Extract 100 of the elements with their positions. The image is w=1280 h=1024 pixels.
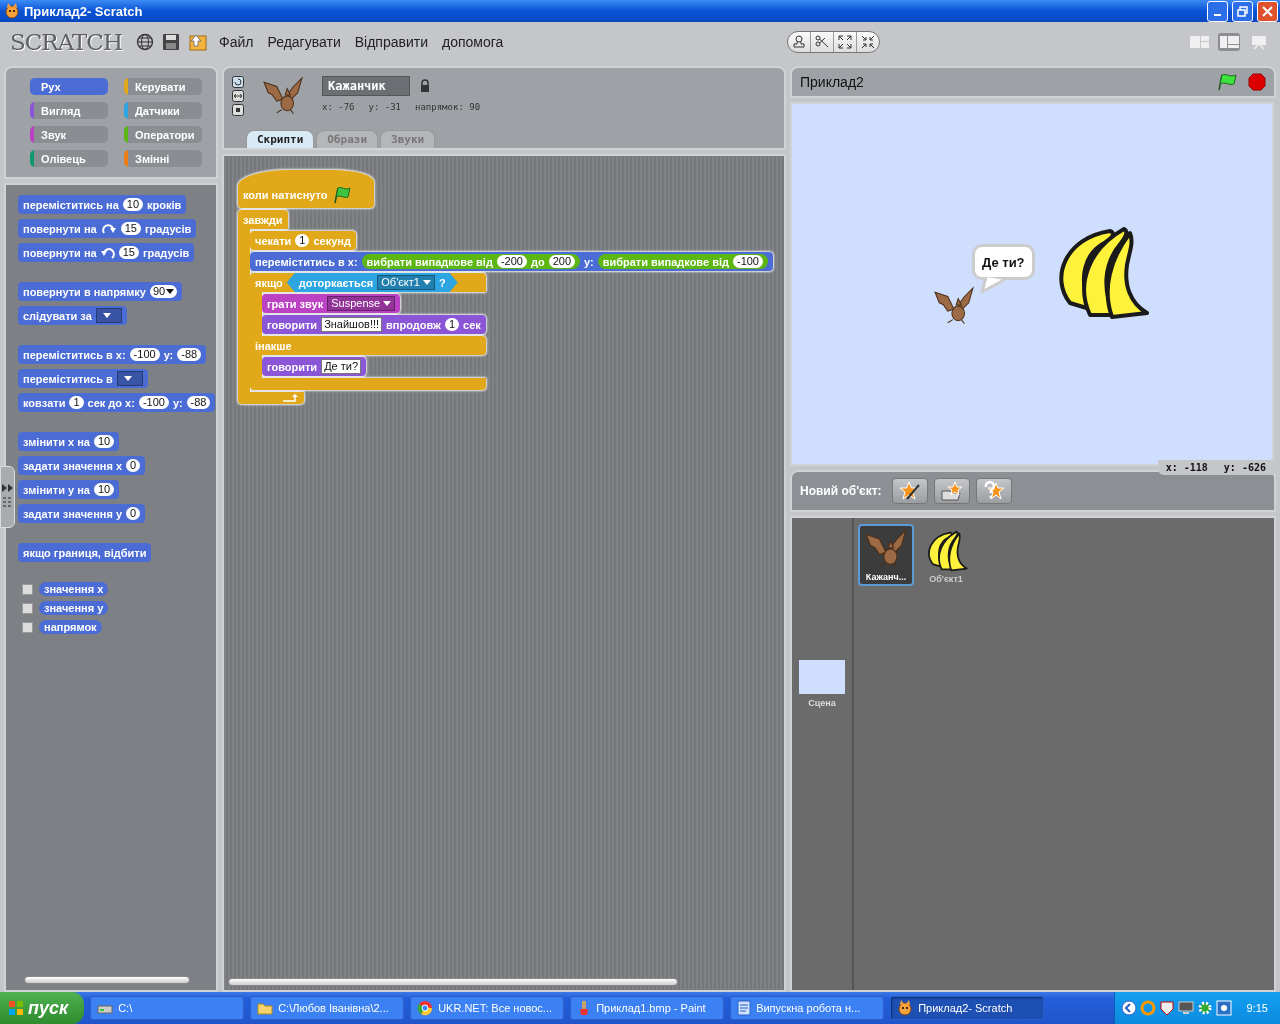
tab[interactable]: Скрипти bbox=[246, 130, 315, 148]
number-input[interactable]: 1 bbox=[69, 396, 84, 409]
share-icon[interactable] bbox=[188, 33, 209, 51]
monitor-icon[interactable] bbox=[1177, 1000, 1194, 1016]
number-input[interactable]: 200 bbox=[548, 255, 575, 268]
number-input[interactable]: 1 bbox=[444, 318, 459, 331]
globe-icon[interactable] bbox=[136, 33, 155, 51]
command-block[interactable]: слідувати за bbox=[18, 306, 127, 325]
number-input[interactable]: 10 bbox=[93, 435, 115, 448]
speech-text: Де ти? bbox=[982, 255, 1025, 270]
command-block[interactable]: задати значення у 0 bbox=[18, 504, 146, 523]
command-block[interactable]: повернути на 15 градусів bbox=[18, 243, 195, 262]
shield-icon[interactable] bbox=[1158, 1000, 1175, 1016]
flag-icon[interactable] bbox=[1216, 73, 1238, 91]
block-label: вибрати випадкове від bbox=[366, 255, 493, 268]
dropdown[interactable] bbox=[116, 371, 143, 386]
number-input[interactable]: 0 bbox=[126, 459, 141, 472]
category-button[interactable]: Рух bbox=[30, 78, 108, 95]
number-input[interactable]: -200 bbox=[496, 255, 527, 268]
number-input[interactable]: -100 bbox=[129, 348, 160, 361]
reporter-block[interactable]: напрямок bbox=[39, 620, 102, 634]
menu-item[interactable]: Файл bbox=[216, 34, 257, 50]
taskbar-button[interactable]: C:\Любов Іванівна\2... bbox=[250, 996, 405, 1020]
menu-item[interactable]: допомога bbox=[439, 34, 507, 50]
command-block[interactable]: переміститись в bbox=[18, 369, 148, 388]
number-input[interactable]: -88 bbox=[177, 348, 202, 361]
reporter-block[interactable]: вибрати випадкове від -200 до 200 bbox=[361, 254, 580, 269]
sprite-thumbnail[interactable]: Кажанч... bbox=[858, 524, 914, 586]
no-rotate-icon[interactable] bbox=[232, 104, 244, 116]
random-sprite-button[interactable] bbox=[975, 478, 1012, 504]
taskbar-button[interactable]: UKR.NET: Все новос... bbox=[410, 996, 565, 1020]
chevron-icon[interactable] bbox=[1120, 1000, 1137, 1016]
dropdown[interactable] bbox=[95, 308, 122, 323]
command-block[interactable]: змінити у на 10 bbox=[18, 480, 120, 499]
horizontal-scrollbar[interactable] bbox=[228, 978, 678, 986]
number-input[interactable]: 1 bbox=[295, 234, 310, 247]
gear-icon[interactable] bbox=[1196, 1000, 1213, 1016]
horizontal-scrollbar[interactable] bbox=[24, 976, 190, 984]
block-label: у: bbox=[172, 396, 183, 409]
taskbar-button[interactable]: Випускна робота н... bbox=[730, 996, 885, 1020]
condition-block[interactable]: доторкається Об'єкт1 ? bbox=[286, 273, 458, 292]
choose-sprite-button[interactable] bbox=[933, 478, 970, 504]
panel-handle[interactable] bbox=[0, 466, 15, 528]
reporter-block[interactable]: вибрати випадкове від -100 bbox=[597, 254, 768, 269]
block-label: змінити х на bbox=[23, 435, 90, 448]
number-dropdown[interactable]: 90 bbox=[149, 285, 178, 298]
reporter-block[interactable]: значення у bbox=[39, 601, 109, 615]
checkbox[interactable] bbox=[22, 583, 33, 595]
number-input[interactable]: -88 bbox=[186, 396, 211, 409]
restore-button[interactable] bbox=[1232, 0, 1253, 22]
left-right-icon[interactable] bbox=[232, 90, 244, 102]
taskbar-button[interactable]: Приклад2- Scratch bbox=[890, 996, 1045, 1020]
document-icon bbox=[737, 1000, 752, 1016]
close-button[interactable] bbox=[1257, 0, 1278, 22]
menu-item[interactable]: Редагувати bbox=[264, 34, 344, 50]
lock-icon[interactable] bbox=[420, 79, 430, 93]
number-input[interactable]: 0 bbox=[126, 507, 141, 520]
command-block[interactable]: якщо границя, відбити bbox=[18, 543, 152, 562]
command-block[interactable]: ковзати 1 сек до х: -100 у: -88 bbox=[18, 393, 216, 412]
taskbar-button[interactable]: C:\ bbox=[90, 996, 245, 1020]
reporter-block[interactable]: значення х bbox=[39, 582, 109, 596]
command-block[interactable]: задати значення х 0 bbox=[18, 456, 146, 475]
command-block[interactable]: говорити Знайшов!!! впродовж 1 сек bbox=[262, 315, 486, 334]
project-title: Приклад2 bbox=[800, 74, 865, 90]
rotate-icon[interactable] bbox=[232, 76, 244, 88]
command-block[interactable]: переміститись в х: вибрати випадкове від -200 до 200 у: вибрати випадкове від -100 bbox=[250, 252, 773, 271]
folder-icon bbox=[257, 1001, 274, 1015]
block-label: задати значення х bbox=[23, 459, 123, 472]
text-input[interactable]: Де ти? bbox=[321, 359, 362, 374]
menu-item[interactable]: Відправити bbox=[351, 34, 431, 50]
number-input[interactable]: -100 bbox=[138, 396, 169, 409]
number-input[interactable]: 10 bbox=[122, 198, 143, 211]
stop-icon[interactable] bbox=[1248, 73, 1266, 91]
minimize-button[interactable] bbox=[1207, 0, 1228, 22]
sprite-name-field[interactable]: Кажанчик bbox=[322, 76, 410, 96]
stage-thumbnail[interactable] bbox=[799, 660, 845, 694]
number-input[interactable]: 15 bbox=[120, 222, 141, 235]
dropdown[interactable]: Об'єкт1 bbox=[377, 275, 435, 290]
command-block[interactable]: грати звук Suspense bbox=[262, 294, 401, 313]
command-block[interactable]: чекати 1 секунд bbox=[250, 231, 356, 250]
paint-sprite-button[interactable] bbox=[891, 478, 928, 504]
loop-arrow-icon bbox=[282, 394, 298, 402]
number-input[interactable]: 10 bbox=[93, 483, 115, 496]
if-else-block[interactable]: якщо доторкається Об'єкт1 ? bbox=[250, 273, 486, 292]
number-input[interactable]: -100 bbox=[732, 255, 763, 268]
command-block[interactable]: повернути в напрямку 90 bbox=[18, 282, 183, 301]
save-icon[interactable] bbox=[162, 33, 181, 51]
block-label: ? bbox=[438, 276, 446, 289]
command-block[interactable]: говорити Де ти? bbox=[262, 357, 367, 376]
command-block[interactable]: повернути на 15 градусів bbox=[18, 219, 197, 238]
dropdown[interactable]: Suspense bbox=[327, 296, 396, 311]
command-block[interactable]: переміститись на 10 кроків bbox=[18, 195, 187, 214]
view-mode-button[interactable] bbox=[1218, 33, 1240, 51]
command-block[interactable]: переміститись в х: -100 у: -88 bbox=[18, 345, 207, 364]
checkbox[interactable] bbox=[22, 621, 33, 633]
command-block[interactable]: змінити х на 10 bbox=[18, 432, 120, 451]
taskbar-button[interactable]: Приклад1.bmp - Paint bbox=[570, 996, 725, 1020]
checkbox[interactable] bbox=[22, 602, 33, 614]
text-input[interactable]: Знайшов!!! bbox=[321, 317, 383, 332]
number-input[interactable]: 15 bbox=[118, 246, 139, 259]
